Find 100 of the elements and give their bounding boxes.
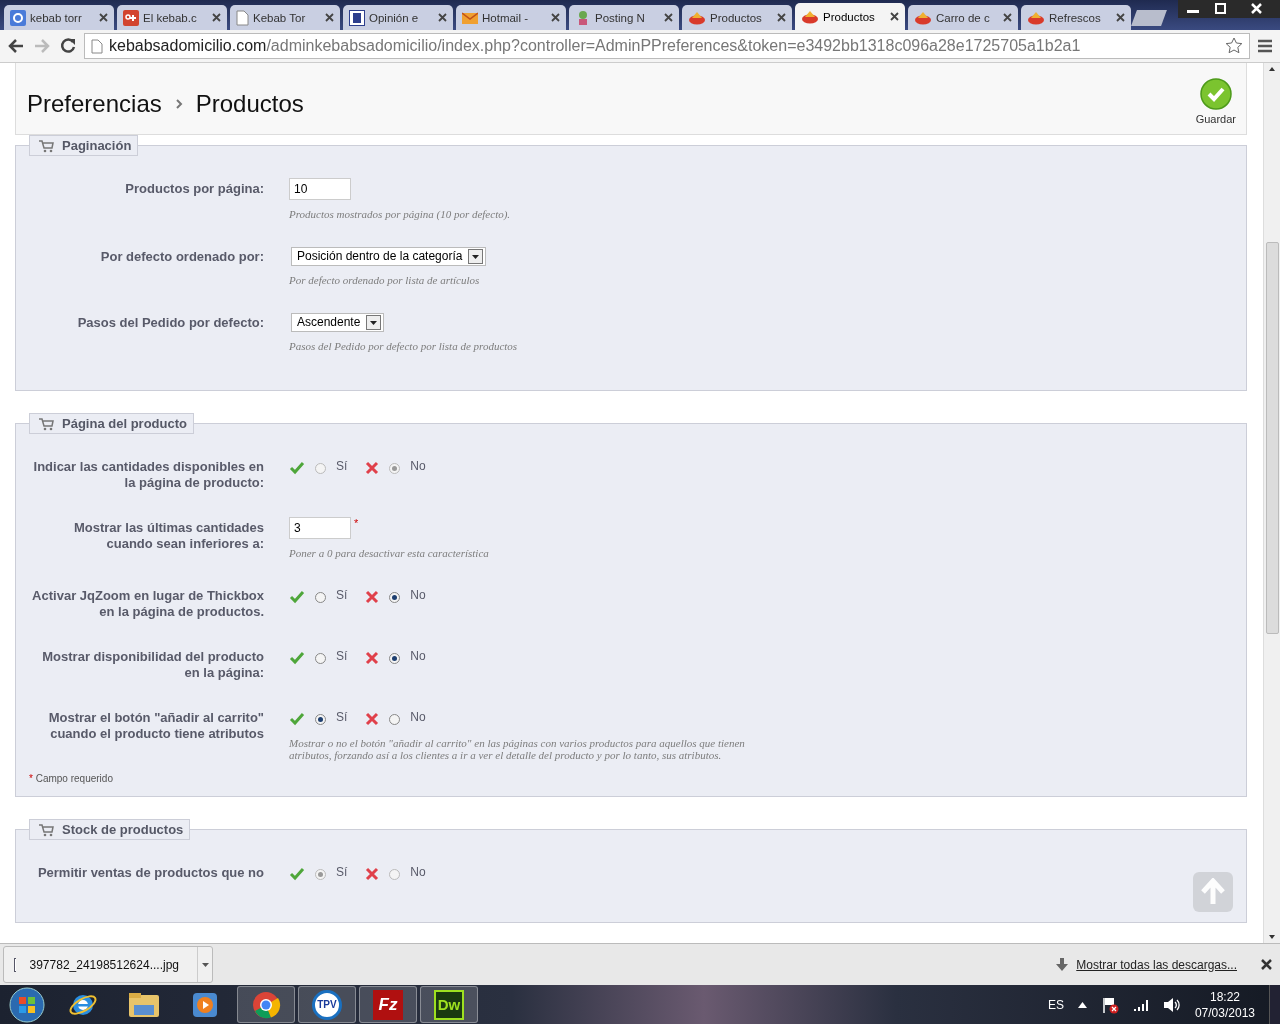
option-label: No [410, 588, 426, 602]
help-text: Pasos del Pedido por defecto por lista de productos [289, 340, 519, 352]
field-label: Productos por página: [124, 180, 264, 198]
field-label: Por defecto ordenado por: [99, 248, 264, 266]
radio-button[interactable] [389, 591, 401, 603]
help-text: Por defecto ordenado por lista de artículos [289, 274, 481, 286]
check-icon [289, 712, 305, 726]
dropdown[interactable]: Ascendente [291, 312, 385, 332]
section-title: Página del producto [29, 413, 194, 434]
help-text: Poner a 0 para desactivar esta característica [289, 547, 490, 559]
start-button[interactable] [8, 985, 46, 1024]
chevron-icon [173, 97, 184, 110]
play-icon [191, 990, 219, 1019]
taskbar-button[interactable] [237, 986, 295, 1023]
option-label: No [410, 710, 426, 724]
field-label: Mostrar disponibilidad del producto en la página: [41, 648, 264, 681]
cart-icon [38, 138, 54, 153]
check-icon [289, 461, 305, 475]
scrollbar[interactable] [1263, 63, 1280, 943]
close-icon[interactable] [551, 13, 560, 22]
check-icon [1199, 78, 1232, 110]
envelope-icon [462, 9, 478, 26]
folder-icon [128, 990, 160, 1019]
close-icon[interactable] [99, 13, 108, 22]
browser-tab[interactable]: Refrescos [1021, 5, 1131, 30]
close-icon[interactable] [1003, 13, 1012, 22]
address-bar[interactable]: kebabsadomicilio.com/adminkebabsadomicilio/index.php?controller=AdminPPreferences&token=e3492bb1318c096a28e1725705a1b2a1 [84, 33, 1250, 59]
browser-tab[interactable]: Hotmail - [456, 5, 566, 30]
save-button[interactable]: Guardar [1195, 78, 1236, 125]
check-icon [289, 867, 305, 881]
field-label: Mostrar las últimas cantidades cuando sean inferiores a: [73, 519, 264, 553]
language-indicator[interactable]: ES [1047, 997, 1064, 1012]
cross-icon [365, 651, 380, 665]
taskbar-button[interactable]: Dw [420, 986, 478, 1023]
close-icon[interactable] [1261, 959, 1272, 970]
star-icon[interactable] [1225, 37, 1243, 55]
close-icon[interactable] [890, 12, 899, 21]
signal-icon[interactable] [1132, 997, 1149, 1012]
cross-icon [365, 590, 380, 604]
flag-warning-icon[interactable] [1100, 995, 1119, 1014]
tray-expand-icon[interactable] [1077, 1001, 1087, 1008]
clock[interactable]: 18:22 07/03/2013 [1194, 988, 1255, 1021]
option-label: Sí [336, 459, 348, 473]
caret-icon[interactable] [201, 962, 209, 967]
speaker-icon[interactable] [1162, 996, 1181, 1013]
breadcrumb-item: Productos [195, 89, 304, 118]
menu-icon[interactable] [1256, 38, 1274, 54]
download-item[interactable]: 397782_24198512624....jpg [3, 946, 213, 983]
option-label: Sí [336, 649, 348, 663]
download-arrow-icon [1056, 958, 1069, 971]
radio-button[interactable] [389, 652, 401, 664]
footnote: Campo requerido [35, 773, 113, 784]
browser-tab[interactable]: Productos [682, 5, 792, 30]
radio-button[interactable] [315, 652, 326, 664]
taskbar-button[interactable]: TPV [298, 986, 356, 1023]
app-logo: Fz [373, 989, 403, 1020]
show-all-downloads-link[interactable]: Mostrar todas las descargas... [1076, 957, 1237, 972]
cross-icon [365, 867, 380, 881]
option-label: Sí [336, 588, 348, 602]
radio-button[interactable] [315, 713, 326, 725]
option-label: No [410, 459, 426, 473]
search-engine-icon [10, 9, 26, 26]
option-label: Sí [336, 865, 348, 879]
breadcrumb-item[interactable]: Preferencias [27, 89, 162, 118]
field-label: Mostrar el botón "añadir al carrito" cuando el producto tiene atributos [47, 709, 264, 743]
close-icon[interactable] [777, 13, 786, 22]
browser-tab[interactable]: Kebab Tor [230, 5, 340, 30]
browser-tab[interactable]: El kebab.c [117, 5, 227, 30]
app-logo: TPV [312, 989, 342, 1020]
cross-icon [365, 712, 380, 726]
browser-tab[interactable]: Posting N [569, 5, 679, 30]
text-field[interactable]: 3 [289, 517, 351, 539]
square-icon [349, 9, 365, 26]
browser-tab[interactable]: Productos [795, 3, 905, 30]
close-icon[interactable] [325, 13, 334, 22]
kebab-logo-icon [688, 10, 706, 25]
close-icon[interactable] [212, 13, 221, 22]
close-icon[interactable] [1234, 0, 1280, 18]
close-icon[interactable] [438, 13, 447, 22]
minimize-icon[interactable] [1178, 0, 1208, 18]
browser-tab[interactable]: Opinión e [343, 5, 453, 30]
taskbar-button[interactable]: Fz [359, 986, 417, 1023]
close-icon[interactable] [1116, 13, 1125, 22]
field-label: Indicar las cantidades disponibles en la página de producto: [32, 458, 264, 491]
section-title: Paginación [29, 135, 139, 156]
text-field[interactable]: 10 [289, 178, 351, 200]
browser-tab[interactable]: Carro de c [908, 5, 1018, 30]
option-label: Sí [336, 710, 348, 724]
required-mark: * [29, 773, 33, 784]
browser-tab[interactable]: kebab torr [4, 5, 114, 30]
reload-icon[interactable] [58, 36, 78, 56]
help-text: Productos mostrados por página (10 por defecto). [289, 208, 512, 220]
plus-icon [123, 9, 139, 26]
page-icon [91, 38, 103, 54]
new-tab-button[interactable] [1131, 10, 1167, 26]
radio-button[interactable] [315, 591, 326, 603]
radio-button[interactable] [389, 713, 401, 725]
dropdown[interactable]: Posición dentro de la categoría [291, 246, 487, 266]
required-mark: * [354, 517, 359, 529]
close-icon[interactable] [664, 13, 673, 22]
